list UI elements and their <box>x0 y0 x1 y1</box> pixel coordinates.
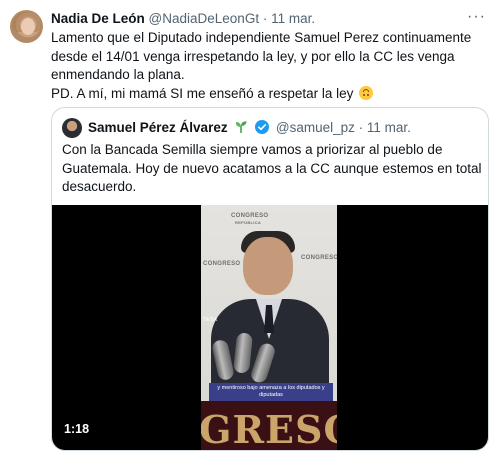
more-options-icon[interactable]: ··· <box>467 8 486 26</box>
quoted-line: Con la Bancada Semilla siempre vamos a p… <box>62 142 443 157</box>
speaker-head <box>243 237 293 295</box>
author-name[interactable]: Nadia De León <box>51 11 145 26</box>
video-duration: 1:18 <box>64 422 90 436</box>
tweet-line-last: PD. A mí, mi mamá SI me enseñó a respeta… <box>51 85 491 104</box>
video-subtitle: y mentiroso bajo amenaza a los diputados… <box>209 383 333 401</box>
quoted-date[interactable]: 11 mar. <box>367 120 411 135</box>
quoted-line: Guatemala. Hoy de nuevo acatamos a la CC… <box>62 160 482 176</box>
separator: · <box>262 11 268 26</box>
separator: · <box>358 120 364 135</box>
quoted-tweet[interactable]: Samuel Pérez Álvarez @samuel_pz · 11 mar… <box>51 107 489 451</box>
avatar[interactable] <box>10 10 43 43</box>
seedling-icon <box>236 121 247 133</box>
tweet-line: enmendando la plana. <box>51 67 185 82</box>
quoted-line: desacuerdo. <box>62 179 137 194</box>
podium: GRESO <box>201 401 337 451</box>
tweet-date[interactable]: 11 mar. <box>271 11 315 26</box>
tweet-line: Lamento que el Diputado independiente Sa… <box>51 30 472 45</box>
avatar-face <box>21 18 35 35</box>
tweet-header: Nadia De León @NadiaDeLeonGt · 11 mar. <box>51 11 315 27</box>
video-player[interactable]: CONGRESO REPÚBLICA CONGRESO CONGRESO Tik… <box>52 205 488 451</box>
backdrop-text: REPÚBLICA <box>235 220 262 225</box>
upside-down-face-icon <box>359 85 374 100</box>
podium-lettering: GRESO <box>201 407 337 451</box>
backdrop-text: CONGRESO <box>203 261 241 267</box>
backdrop-text: CONGRESO <box>301 255 337 261</box>
quoted-header: Samuel Pérez Álvarez @samuel_pz · 11 mar… <box>88 120 411 136</box>
quoted-text: Con la Bancada Semilla siempre vamos a p… <box>62 141 482 197</box>
tiktok-watermark: TikTok <box>203 317 218 323</box>
quoted-handle[interactable]: @samuel_pz <box>276 120 355 135</box>
author-handle[interactable]: @NadiaDeLeonGt <box>149 11 260 26</box>
quoted-avatar[interactable] <box>62 118 82 138</box>
quoted-author-name[interactable]: Samuel Pérez Álvarez <box>88 120 228 135</box>
tweet-text: Lamento que el Diputado independiente Sa… <box>51 29 491 103</box>
tweet-line-text: PD. A mí, mi mamá SI me enseñó a respeta… <box>51 85 354 101</box>
backdrop-text: CONGRESO <box>231 213 269 219</box>
tweet[interactable]: Nadia De León @NadiaDeLeonGt · 11 mar. ·… <box>0 0 500 456</box>
tweet-line: desde el 14/01 venga irrespetando la ley… <box>51 48 455 64</box>
video-frame: CONGRESO REPÚBLICA CONGRESO CONGRESO Tik… <box>201 205 337 451</box>
verified-badge-icon <box>255 120 270 134</box>
